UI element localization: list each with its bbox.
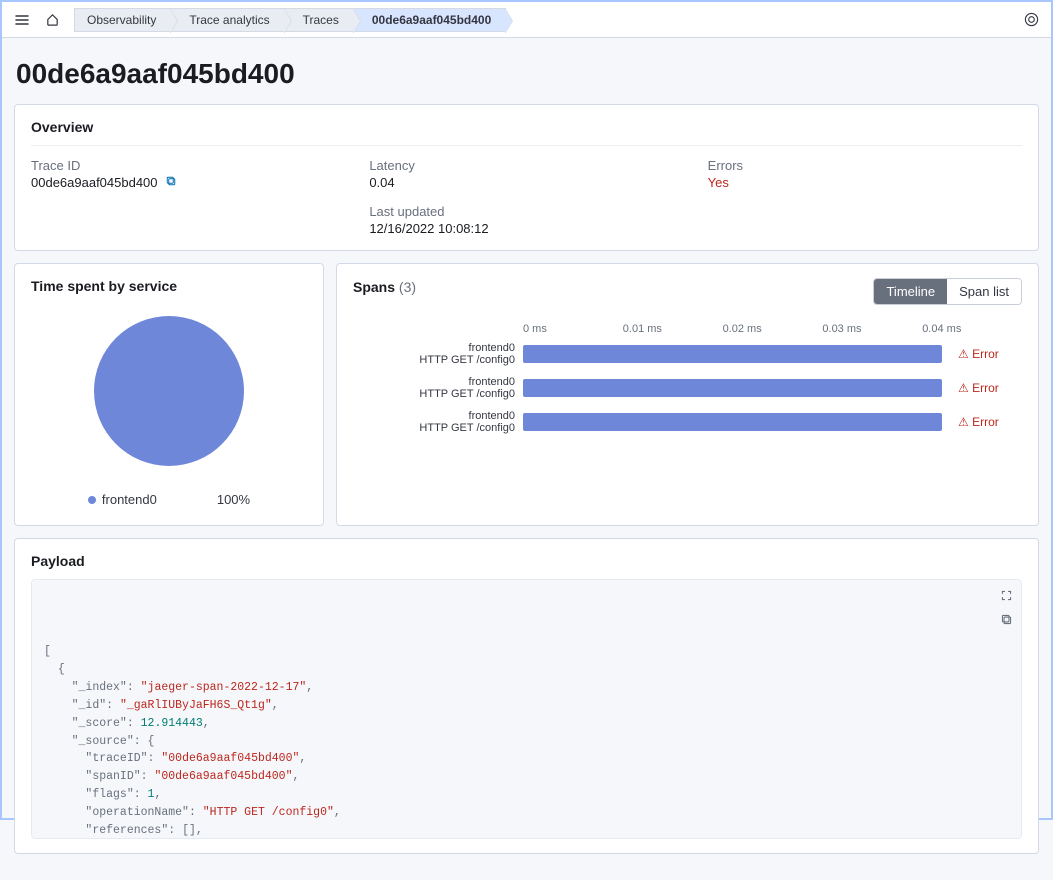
fullscreen-icon[interactable] [997,586,1015,604]
span-error: ⚠ Error [952,347,1022,361]
latency-value: 0.04 [369,175,683,190]
span-error: ⚠ Error [952,381,1022,395]
latency-label: Latency [369,158,683,173]
copy-payload-icon[interactable] [997,610,1015,628]
pie-legend: frontend0 100% [88,492,250,507]
last-updated-label: Last updated [369,204,683,219]
span-row[interactable]: frontend0HTTP GET /config0 ⚠ Error [353,407,1022,437]
errors-value: Yes [708,175,1022,190]
breadcrumb-item[interactable]: Traces [285,8,354,32]
span-label: frontend0HTTP GET /config0 [353,410,523,434]
payload-panel: Payload [ { "_index": "jaeger-span-2022-… [14,538,1039,854]
legend-dot-icon [88,496,96,504]
copy-icon[interactable] [165,176,177,190]
menu-icon[interactable] [10,8,34,32]
page-title: 00de6a9aaf045bd400 [16,58,1037,90]
axis-tick: 0.01 ms [623,323,723,335]
span-bar [523,379,952,397]
breadcrumb-item[interactable]: Trace analytics [171,8,284,32]
tab-spanlist[interactable]: Span list [947,279,1021,304]
payload-code[interactable]: [ { "_index": "jaeger-span-2022-12-17", … [31,579,1022,839]
axis-tick: 0.04 ms [922,323,1022,335]
gantt-chart: 0 ms0.01 ms0.02 ms0.03 ms0.04 ms fronten… [353,323,1022,437]
span-row[interactable]: frontend0HTTP GET /config0 ⚠ Error [353,339,1022,369]
spans-count: (3) [399,279,416,295]
overview-title: Overview [31,119,1022,135]
overview-panel: Overview Trace ID 00de6a9aaf045bd400 Lat… [14,104,1039,251]
spans-panel: Spans (3) Timeline Span list 0 ms0.01 ms… [336,263,1039,526]
span-bar [523,413,952,431]
axis-tick: 0.03 ms [822,323,922,335]
home-icon[interactable] [40,8,64,32]
pie-chart [94,316,244,466]
topbar: ObservabilityTrace analyticsTraces00de6a… [2,2,1051,38]
breadcrumb: ObservabilityTrace analyticsTraces00de6a… [74,8,506,32]
help-icon[interactable] [1019,8,1043,32]
trace-id-value: 00de6a9aaf045bd400 [31,175,345,190]
errors-label: Errors [708,158,1022,173]
axis-tick: 0.02 ms [723,323,823,335]
legend-label: frontend0 [102,492,157,507]
span-error: ⚠ Error [952,415,1022,429]
span-label: frontend0HTTP GET /config0 [353,342,523,366]
span-bar [523,345,952,363]
last-updated-value: 12/16/2022 10:08:12 [369,221,683,236]
breadcrumb-item[interactable]: Observability [74,8,171,32]
spans-title: Spans (3) [353,279,416,295]
breadcrumb-item[interactable]: 00de6a9aaf045bd400 [354,8,506,32]
tab-timeline[interactable]: Timeline [874,279,947,304]
view-toggle: Timeline Span list [873,278,1022,305]
legend-value: 100% [217,492,250,507]
span-label: frontend0HTTP GET /config0 [353,376,523,400]
trace-id-text: 00de6a9aaf045bd400 [31,175,158,190]
pie-panel: Time spent by service frontend0 100% [14,263,324,526]
span-row[interactable]: frontend0HTTP GET /config0 ⚠ Error [353,373,1022,403]
trace-id-label: Trace ID [31,158,345,173]
pie-title: Time spent by service [31,278,307,294]
axis-tick: 0 ms [523,323,623,335]
payload-title: Payload [31,553,1022,569]
